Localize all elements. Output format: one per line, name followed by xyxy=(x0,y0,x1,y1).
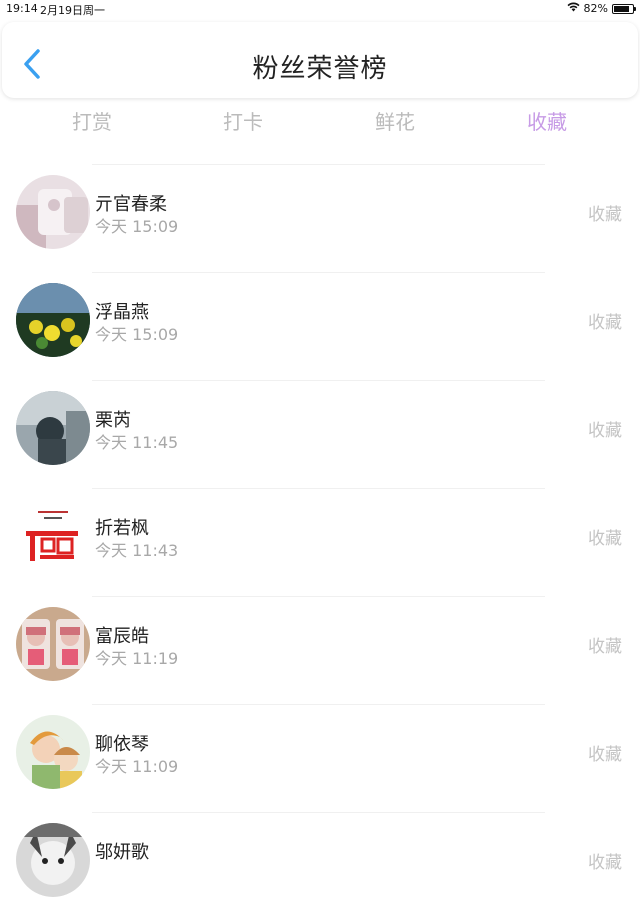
status-right: 82% xyxy=(567,2,636,15)
list-item[interactable]: 折若枫 今天 11:43 收藏 xyxy=(0,488,640,596)
list-item[interactable]: 亓官春柔 今天 15:09 收藏 xyxy=(0,164,640,272)
battery-percent: 82% xyxy=(583,2,608,15)
avatar xyxy=(16,823,90,897)
favorite-label: 收藏 xyxy=(588,313,622,333)
favorite-label: 收藏 xyxy=(588,421,622,441)
tab-favorites[interactable]: 收藏 xyxy=(487,106,607,135)
tab-reward[interactable]: 打赏 xyxy=(32,106,152,135)
status-date: 2月19日周一 xyxy=(40,4,105,17)
list-item[interactable]: 浮晶燕 今天 15:09 收藏 xyxy=(0,272,640,380)
favorite-label: 收藏 xyxy=(588,637,622,657)
page-title: 粉丝荣誉榜 xyxy=(252,54,388,84)
tab-flowers[interactable]: 鲜花 xyxy=(335,106,455,135)
avatar xyxy=(16,499,90,573)
battery-icon xyxy=(612,3,636,14)
avatar xyxy=(16,175,90,249)
favorite-label: 收藏 xyxy=(588,853,622,873)
fan-name: 邬妍歌 xyxy=(95,842,149,863)
favorite-label: 收藏 xyxy=(588,745,622,765)
fan-time: 今天 11:45 xyxy=(95,433,179,452)
favorite-label: 收藏 xyxy=(588,205,622,225)
status-time: 19:14 xyxy=(6,2,38,15)
fan-list: 亓官春柔 今天 15:09 收藏 浮晶燕 今天 15:09 收藏 栗芮 今天 1… xyxy=(0,164,640,920)
favorite-label: 收藏 xyxy=(588,529,622,549)
avatar xyxy=(16,391,90,465)
list-item[interactable]: 栗芮 今天 11:45 收藏 xyxy=(0,380,640,488)
list-item[interactable]: 邬妍歌 收藏 xyxy=(0,812,640,920)
tab-checkin[interactable]: 打卡 xyxy=(183,106,303,135)
fan-time: 今天 15:09 xyxy=(95,217,179,236)
fan-time: 今天 15:09 xyxy=(95,325,179,344)
list-item[interactable]: 聊依琴 今天 11:09 收藏 xyxy=(0,704,640,812)
avatar xyxy=(16,607,90,681)
fan-time: 今天 11:09 xyxy=(95,757,179,776)
avatar xyxy=(16,715,90,789)
fan-time: 今天 11:43 xyxy=(95,541,179,560)
status-bar: 19:14 2月19日周一 82% xyxy=(0,0,640,18)
list-item[interactable]: 富辰皓 今天 11:19 收藏 xyxy=(0,596,640,704)
fan-time: 今天 11:19 xyxy=(95,649,179,668)
wifi-icon xyxy=(567,2,580,15)
tab-bar: 打赏 打卡 鲜花 收藏 xyxy=(0,106,640,138)
avatar xyxy=(16,283,90,357)
nav-header: 粉丝荣誉榜 xyxy=(2,22,638,98)
